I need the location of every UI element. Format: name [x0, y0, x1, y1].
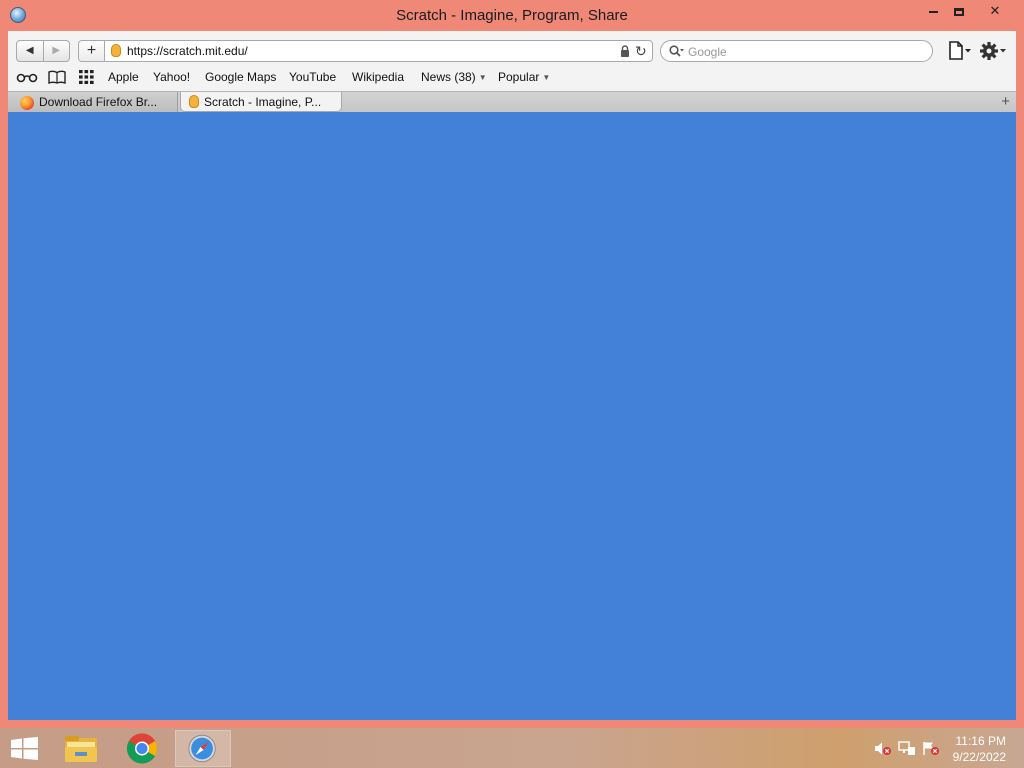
safari-icon[interactable] — [175, 730, 231, 767]
reload-icon[interactable]: ↻ — [635, 44, 647, 58]
chevron-down-icon: ▼ — [478, 73, 487, 82]
bookmark-youtube[interactable]: YouTube — [289, 70, 336, 84]
scratch-favicon-icon — [189, 95, 199, 108]
chevron-down-icon: ▼ — [542, 73, 551, 82]
system-clock[interactable]: 11:16 PM 9/22/2022 — [953, 733, 1006, 765]
browser-chrome: ◀ ▶ + https://scratch.mit.edu/ ↻ Google — [8, 31, 1016, 112]
tab-scratch[interactable]: Scratch - Imagine, P... — [180, 92, 342, 112]
tab-label: Scratch - Imagine, P... — [204, 95, 322, 109]
maximize-button[interactable] — [944, 0, 974, 22]
search-field[interactable]: Google — [660, 40, 933, 62]
search-placeholder: Google — [688, 45, 727, 59]
forward-button[interactable]: ▶ — [42, 41, 70, 61]
volume-muted-icon[interactable] — [874, 741, 892, 756]
bookmark-popular-label: Popular — [498, 70, 540, 84]
file-explorer-icon[interactable] — [53, 730, 109, 767]
bookmark-google-maps[interactable]: Google Maps — [205, 70, 276, 84]
bookmarks-book-icon[interactable] — [48, 70, 66, 84]
firefox-icon — [20, 96, 34, 110]
network-icon[interactable] — [898, 741, 916, 756]
top-sites-grid-icon[interactable] — [79, 70, 94, 84]
close-button[interactable]: ✕ — [980, 0, 1010, 22]
bookmark-yahoo[interactable]: Yahoo! — [153, 70, 190, 84]
bookmark-news-label: News (38) — [421, 70, 476, 84]
scratch-favicon-icon — [111, 44, 121, 57]
bookmark-popular-folder[interactable]: Popular ▼ — [498, 70, 550, 84]
tab-bar: Download Firefox Br... Scratch - Imagine… — [8, 91, 1016, 112]
bookmark-apple[interactable]: Apple — [108, 70, 139, 84]
page-menu-icon[interactable] — [948, 41, 972, 61]
minimize-icon — [928, 10, 938, 13]
taskbar: 11:16 PM 9/22/2022 — [0, 728, 1024, 768]
bookmark-wikipedia[interactable]: Wikipedia — [352, 70, 404, 84]
back-button[interactable]: ◀ — [17, 41, 43, 61]
new-tab-button[interactable]: + — [1001, 93, 1010, 110]
window-title: Scratch - Imagine, Program, Share — [396, 7, 628, 24]
gear-icon[interactable] — [979, 40, 1007, 62]
browser-window: Scratch - Imagine, Program, Share ✕ ◀ ▶ … — [0, 0, 1024, 728]
maximize-icon — [954, 7, 964, 16]
lock-icon — [621, 45, 629, 57]
search-icon[interactable] — [669, 45, 685, 58]
bookmarks-bar: Apple Yahoo! Google Maps YouTube Wikiped… — [8, 67, 1016, 87]
reading-list-icon[interactable] — [16, 70, 38, 84]
page-content[interactable] — [8, 112, 1016, 720]
tab-download-firefox[interactable]: Download Firefox Br... — [8, 92, 178, 112]
chrome-icon[interactable] — [114, 730, 170, 767]
bookmark-news-folder[interactable]: News (38) ▼ — [421, 70, 487, 84]
tab-label: Download Firefox Br... — [39, 95, 158, 109]
add-bookmark-button[interactable]: + — [79, 41, 105, 61]
title-bar[interactable]: Scratch - Imagine, Program, Share ✕ — [0, 0, 1024, 31]
action-center-flag-icon[interactable] — [922, 741, 940, 756]
clock-time: 11:16 PM — [955, 734, 1006, 748]
windows-start-icon[interactable] — [11, 737, 38, 760]
address-bar[interactable]: + https://scratch.mit.edu/ ↻ — [78, 40, 653, 62]
clock-date: 9/22/2022 — [952, 750, 1006, 764]
url-text[interactable]: https://scratch.mit.edu/ — [127, 44, 248, 58]
nav-buttons: ◀ ▶ — [16, 40, 70, 62]
